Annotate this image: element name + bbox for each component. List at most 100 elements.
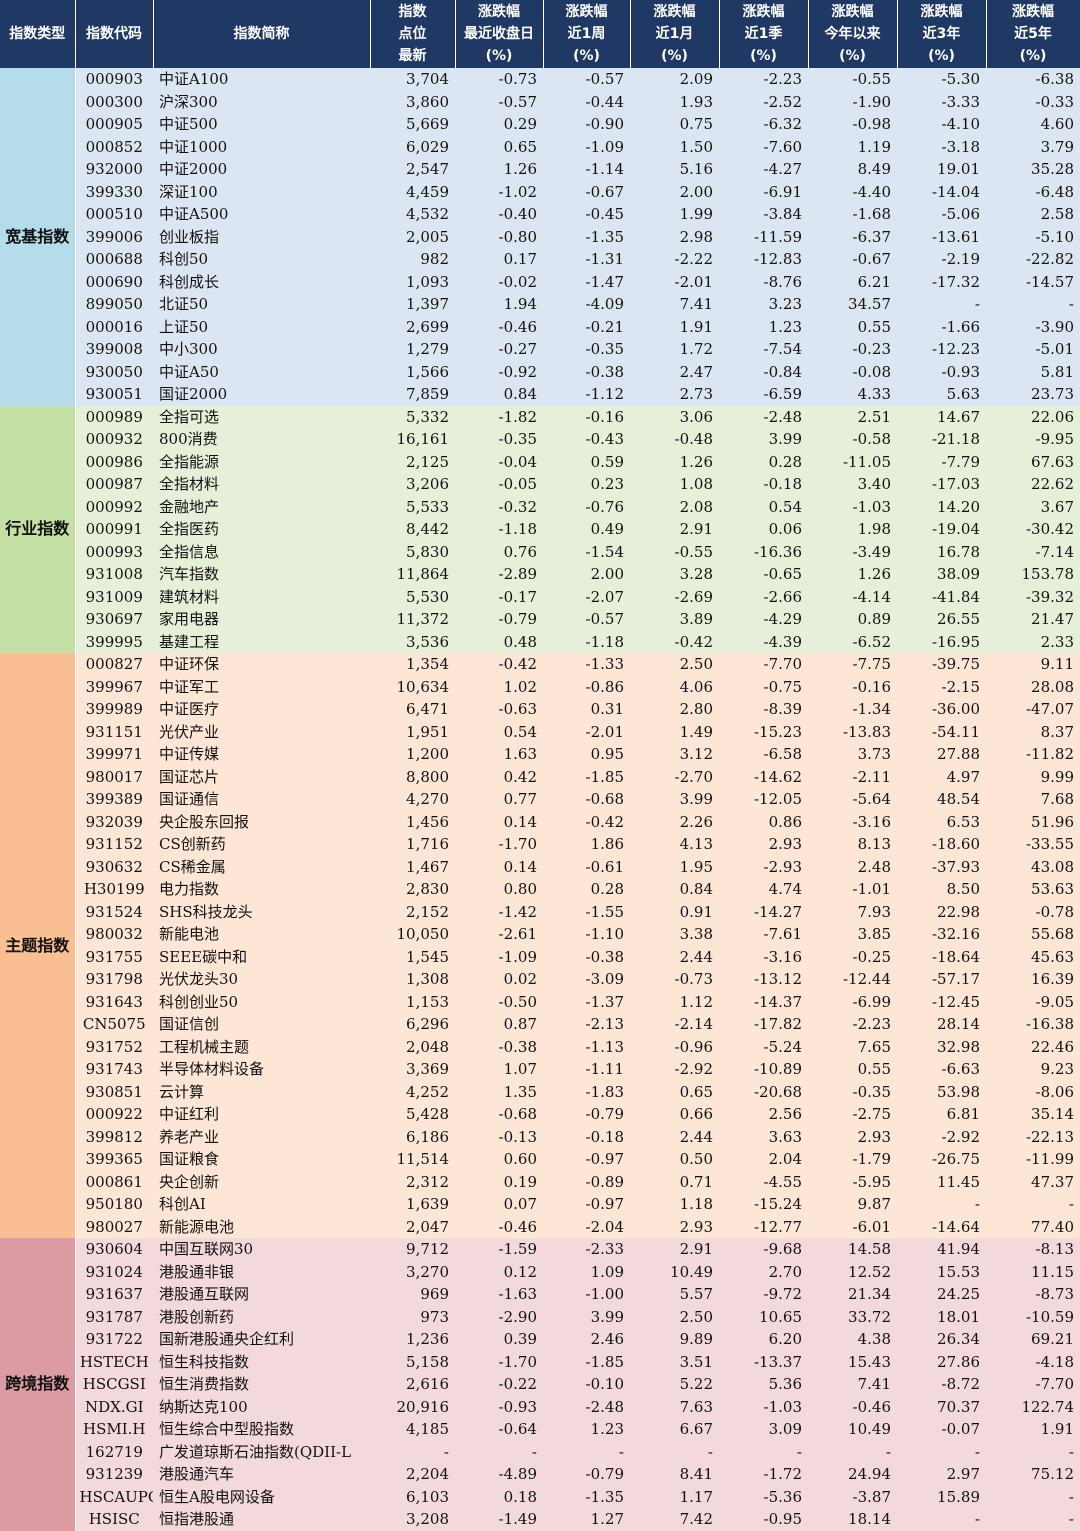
- header-line: 涨跌幅: [565, 4, 608, 20]
- chg-1w-cell: -0.90: [543, 113, 630, 136]
- chg-1q-cell: -0.65: [719, 563, 808, 586]
- chg-1m-cell: 0.84: [630, 878, 719, 901]
- chg-3y-cell: -8.72: [897, 1373, 986, 1396]
- chg-5y-cell: -33.55: [986, 833, 1080, 856]
- index-name-cell: 云计算: [153, 1080, 370, 1103]
- chg-3y-cell: -14.64: [897, 1215, 986, 1238]
- chg-5y-cell: -4.18: [986, 1350, 1080, 1373]
- chg-1q-cell: -0.18: [719, 473, 808, 496]
- index-name-cell: 国证信创: [153, 1013, 370, 1036]
- chg-3y-cell: -5.30: [897, 68, 986, 91]
- chg-1q-cell: -15.23: [719, 720, 808, 743]
- chg-last-close-cell: -1.59: [455, 1238, 543, 1261]
- chg-1m-cell: 5.16: [630, 158, 719, 181]
- index-points-cell: 1,566: [370, 360, 455, 383]
- table-row: 931524 SHS科技龙头 2,152 -1.42 -1.55 0.91 -14.27 7.…: [0, 900, 1080, 923]
- chg-last-close-cell: -0.40: [455, 203, 543, 226]
- chg-ytd-cell: -0.23: [808, 338, 897, 361]
- chg-3y-cell: 70.37: [897, 1395, 986, 1418]
- chg-1q-cell: -11.59: [719, 225, 808, 248]
- chg-3y-cell: -0.07: [897, 1418, 986, 1441]
- chg-ytd-cell: 24.94: [808, 1463, 897, 1486]
- chg-1w-cell: -2.04: [543, 1215, 630, 1238]
- index-code-cell: 000827: [75, 653, 153, 676]
- index-points-cell: 1,236: [370, 1328, 455, 1351]
- index-code-cell: HSCAUPG: [75, 1485, 153, 1508]
- chg-5y-cell: 16.39: [986, 968, 1080, 991]
- chg-last-close-cell: 0.84: [455, 383, 543, 406]
- chg-1m-cell: 2.91: [630, 1238, 719, 1261]
- chg-1q-cell: 5.36: [719, 1373, 808, 1396]
- index-points-cell: 2,699: [370, 315, 455, 338]
- chg-1q-cell: -9.72: [719, 1283, 808, 1306]
- chg-5y-cell: -11.82: [986, 743, 1080, 766]
- chg-1q-cell: -2.93: [719, 855, 808, 878]
- index-code-cell: HSISC: [75, 1508, 153, 1531]
- index-points-cell: 2,152: [370, 900, 455, 923]
- index-code-cell: 000852: [75, 135, 153, 158]
- chg-ytd-cell: -3.16: [808, 810, 897, 833]
- chg-1q-cell: -7.54: [719, 338, 808, 361]
- index-code-cell: 930632: [75, 855, 153, 878]
- table-row: 931643 科创创业50 1,153 -0.50 -1.37 1.12 -14.37 -6.…: [0, 990, 1080, 1013]
- chg-3y-cell: 14.20: [897, 495, 986, 518]
- table-row: 000991 全指医药 8,442 -1.18 0.49 2.91 0.06 1.98 -19.…: [0, 518, 1080, 541]
- chg-1w-cell: -1.11: [543, 1058, 630, 1081]
- chg-last-close-cell: -0.50: [455, 990, 543, 1013]
- index-points-cell: 4,185: [370, 1418, 455, 1441]
- table-row: 399971 中证传媒 1,200 1.63 0.95 3.12 -6.58 3.73 27.8…: [0, 743, 1080, 766]
- chg-5y-cell: 1.91: [986, 1418, 1080, 1441]
- index-points-cell: 7,859: [370, 383, 455, 406]
- table-row: 000690 科创成长 1,093 -0.02 -1.47 -2.01 -8.76 6.21-…: [0, 270, 1080, 293]
- header-chg-ytd: 涨跌幅 今年以来 (%): [808, 0, 898, 68]
- index-points-cell: 969: [370, 1283, 455, 1306]
- chg-3y-cell: -16.95: [897, 630, 986, 653]
- table-row: 399967 中证军工 10,634 1.02 -0.86 4.06 -0.75 -0.16-…: [0, 675, 1080, 698]
- index-points-cell: 3,369: [370, 1058, 455, 1081]
- index-name-cell: 新能电池: [153, 923, 370, 946]
- table-row: HSMI.H 恒生综合中型股指数 4,185 -0.64 1.23 6.67 3.09 10.…: [0, 1418, 1080, 1441]
- chg-1w-cell: -1.33: [543, 653, 630, 676]
- chg-1m-cell: 2.91: [630, 518, 719, 541]
- chg-ytd-cell: 0.55: [808, 315, 897, 338]
- chg-1w-cell: -0.97: [543, 1148, 630, 1171]
- chg-1m-cell: 4.13: [630, 833, 719, 856]
- chg-last-close-cell: -1.09: [455, 945, 543, 968]
- chg-1m-cell: 2.98: [630, 225, 719, 248]
- index-name-cell: 中国互联网30: [153, 1238, 370, 1261]
- index-name-cell: 沪深300: [153, 90, 370, 113]
- header-chg-5y: 涨跌幅 近5年 (%): [986, 0, 1080, 68]
- chg-5y-cell: 2.58: [986, 203, 1080, 226]
- chg-1q-cell: 2.04: [719, 1148, 808, 1171]
- chg-last-close-cell: 0.29: [455, 113, 543, 136]
- chg-1w-cell: -1.00: [543, 1283, 630, 1306]
- chg-1m-cell: 5.57: [630, 1283, 719, 1306]
- chg-last-close-cell: 0.80: [455, 878, 543, 901]
- chg-last-close-cell: 1.94: [455, 293, 543, 316]
- chg-1q-cell: -7.61: [719, 923, 808, 946]
- chg-3y-cell: -5.06: [897, 203, 986, 226]
- chg-1m-cell: 2.47: [630, 360, 719, 383]
- header-line: 指数: [398, 4, 427, 20]
- table-row: 000688 科创50 982 0.17 -1.31 -2.22 -12.83 -0.67 -2…: [0, 248, 1080, 271]
- chg-1w-cell: -1.55: [543, 900, 630, 923]
- chg-ytd-cell: -4.14: [808, 585, 897, 608]
- chg-1m-cell: 7.63: [630, 1395, 719, 1418]
- table-row: HSCGSI 恒生消费指数 2,616 -0.22 -0.10 5.22 5.36 7.41-…: [0, 1373, 1080, 1396]
- table-row: 000861 央企创新 2,312 0.19 -0.89 0.71 -4.55 -5.95 11…: [0, 1170, 1080, 1193]
- header-line: 近3年: [922, 26, 961, 42]
- chg-1q-cell: -4.27: [719, 158, 808, 181]
- chg-1q-cell: -: [719, 1440, 808, 1463]
- chg-1m-cell: 1.72: [630, 338, 719, 361]
- chg-ytd-cell: -0.58: [808, 428, 897, 451]
- index-code-cell: 000300: [75, 90, 153, 113]
- index-code-cell: 399365: [75, 1148, 153, 1171]
- chg-ytd-cell: -6.37: [808, 225, 897, 248]
- chg-last-close-cell: 0.76: [455, 540, 543, 563]
- chg-last-close-cell: -0.46: [455, 315, 543, 338]
- table-row: 399389 国证通信 4,270 0.77 -0.68 3.99 -12.05 -5.64 4…: [0, 788, 1080, 811]
- chg-1w-cell: 0.59: [543, 450, 630, 473]
- chg-1q-cell: -4.39: [719, 630, 808, 653]
- chg-3y-cell: -2.92: [897, 1125, 986, 1148]
- chg-3y-cell: -18.64: [897, 945, 986, 968]
